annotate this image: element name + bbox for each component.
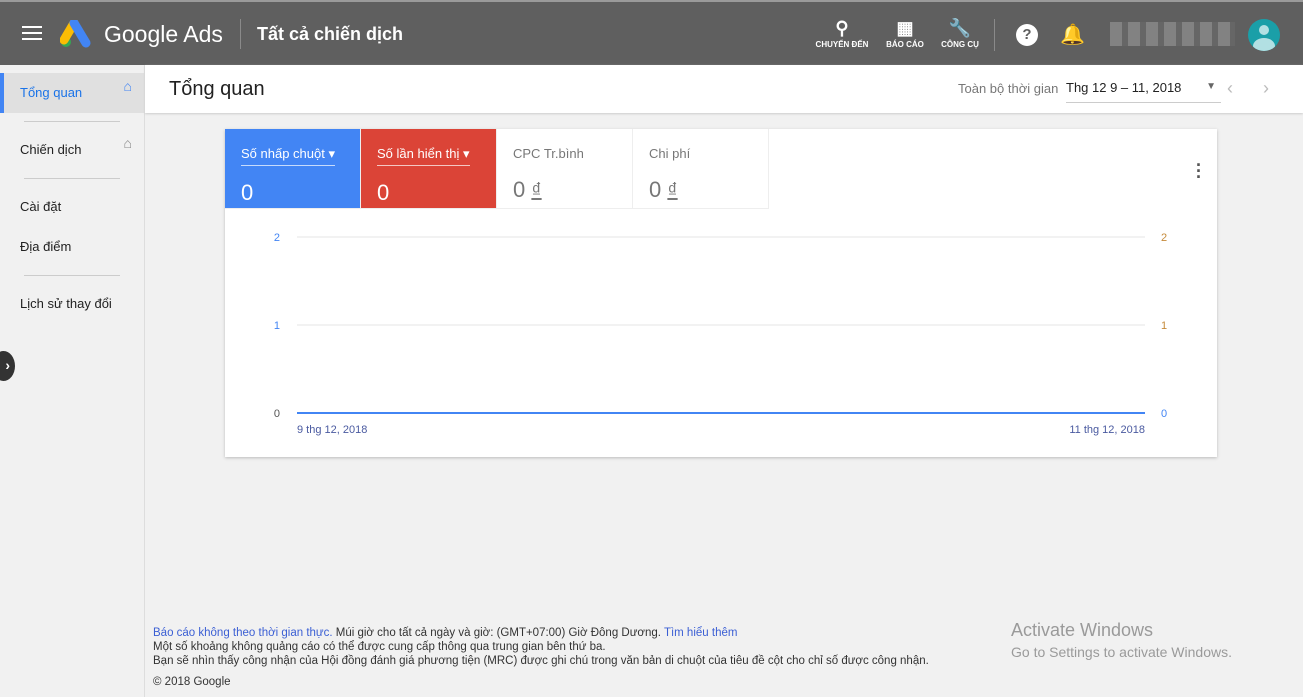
learn-more-link[interactable]: Tìm hiểu thêm — [664, 627, 738, 639]
y-tick-left: 0 — [274, 408, 280, 420]
top-bar: Google Ads Tất cả chiến dịch ⚲ CHUYỂN ĐẾN… — [0, 0, 1303, 65]
bell-icon[interactable]: 🔔 — [1060, 22, 1085, 47]
metric-label: Chi phí — [649, 146, 691, 161]
watermark-subtitle: Go to Settings to activate Windows. — [1011, 644, 1232, 660]
performance-card: Số nhấp chuột ▾ 0 Số lần hiển thị ▾ 0 CPC … — [225, 129, 1217, 457]
metric-value: 0 — [377, 180, 390, 205]
copyright: © 2018 Google — [153, 676, 231, 688]
metric-label: Số lần hiển thị ▾ — [377, 146, 470, 166]
sidebar-item-locations[interactable]: Địa điểm — [0, 227, 144, 267]
dropdown-arrow-icon[interactable]: ▾ — [463, 146, 470, 161]
divider — [24, 178, 120, 179]
next-period-icon[interactable]: › — [1263, 78, 1269, 99]
divider — [240, 19, 241, 49]
goto-label: CHUYỂN ĐẾN — [815, 40, 869, 49]
sidebar-item-label: Lịch sử thay đổi — [20, 296, 112, 311]
x-tick-label: 9 thg 12, 2018 — [297, 424, 367, 436]
footer-notes: Báo cáo không theo thời gian thực. Múi g… — [153, 626, 929, 668]
range-label: Toàn bộ thời gian — [958, 81, 1059, 96]
metric-avg-cpc[interactable]: CPC Tr.bình 0 ₫ — [497, 129, 633, 209]
sidebar-item-label: Cài đặt — [20, 199, 62, 214]
dropdown-arrow-icon[interactable]: ▾ — [328, 146, 335, 161]
search-icon: ⚲ — [835, 18, 849, 38]
overview-title: Tổng quan — [169, 78, 265, 100]
avatar[interactable] — [1248, 19, 1280, 51]
date-range-picker[interactable]: Thg 12 9 – 11, 2018 ▼ — [1066, 80, 1221, 103]
windows-watermark: Activate Windows Go to Settings to activa… — [1011, 620, 1232, 660]
y-tick-left: 1 — [274, 320, 280, 332]
sidebar-item-settings[interactable]: Cài đặt — [0, 187, 144, 227]
sidebar-item-label: Tổng quan — [20, 85, 83, 100]
date-range-value: Thg 12 9 – 11, 2018 — [1066, 80, 1182, 95]
footer-line: Bạn sẽ nhìn thấy công nhận của Hội đồng … — [153, 655, 929, 667]
overview-header: Tổng quan Toàn bộ thời gian Thg 12 9 – 1… — [145, 65, 1303, 113]
goto-button[interactable]: ⚲ CHUYỂN ĐẾN — [812, 16, 872, 49]
page-title: Tất cả chiến dịch — [257, 24, 404, 44]
report-icon: ▦ — [896, 18, 914, 38]
sidebar-item-overview[interactable]: Tổng quan ⌂ — [0, 73, 144, 113]
more-options-icon[interactable]: ... — [1196, 151, 1201, 181]
reports-button[interactable]: ▦ BÁO CÁO — [875, 16, 935, 49]
divider — [24, 121, 120, 122]
divider — [24, 275, 120, 276]
prev-period-icon[interactable]: ‹ — [1227, 78, 1233, 99]
timezone-text: Múi giờ cho tất cả ngày và giờ: (GMT+07:… — [332, 627, 664, 639]
y-tick-left: 2 — [274, 232, 280, 244]
sidebar-item-campaigns[interactable]: Chiến dịch ⌂ — [0, 130, 144, 170]
metric-label: Số nhấp chuột ▾ — [241, 146, 336, 166]
reports-label: BÁO CÁO — [886, 40, 924, 49]
metric-impressions[interactable]: Số lần hiển thị ▾ 0 — [361, 129, 497, 209]
footer-line: Một số khoảng không quảng cáo có thể đượ… — [153, 641, 606, 653]
tools-label: CÔNG CỤ — [941, 40, 979, 49]
realtime-report-link[interactable]: Báo cáo không theo thời gian thực. — [153, 627, 333, 639]
menu-icon[interactable] — [22, 26, 42, 44]
metric-value: 0 ₫ — [513, 177, 542, 202]
sidebar-item-label: Địa điểm — [20, 239, 72, 254]
y-tick-right: 2 — [1161, 232, 1167, 244]
x-tick-label: 11 thg 12, 2018 — [1069, 424, 1145, 436]
sidebar-item-label: Chiến dịch — [20, 142, 82, 157]
account-info-blurred[interactable] — [1110, 22, 1235, 46]
brand-name: Google Ads — [104, 21, 223, 47]
performance-chart: 0 0 1 1 2 2 9 thg 12, 2018 11 thg 12, 2018 — [274, 232, 1167, 436]
sidebar: Tổng quan ⌂ Chiến dịch ⌂ Cài đặt Địa điểm … — [0, 65, 145, 697]
dropdown-arrow-icon: ▼ — [1206, 81, 1216, 92]
sidebar-item-change-history[interactable]: Lịch sử thay đổi — [0, 284, 144, 324]
divider — [994, 19, 995, 51]
y-tick-right: 1 — [1161, 320, 1167, 332]
google-ads-logo — [60, 20, 91, 48]
metric-value: 0 — [241, 180, 254, 205]
help-icon[interactable]: ? — [1016, 24, 1038, 46]
wrench-icon: 🔧 — [948, 18, 972, 38]
watermark-title: Activate Windows — [1011, 620, 1154, 640]
tools-button[interactable]: 🔧 CÔNG CỤ — [930, 16, 990, 49]
metric-value: 0 ₫ — [649, 177, 678, 202]
metric-cost[interactable]: Chi phí 0 ₫ — [633, 129, 769, 209]
metric-clicks[interactable]: Số nhấp chuột ▾ 0 — [225, 129, 361, 209]
metric-label: CPC Tr.bình — [513, 146, 584, 161]
y-tick-right: 0 — [1161, 408, 1167, 420]
